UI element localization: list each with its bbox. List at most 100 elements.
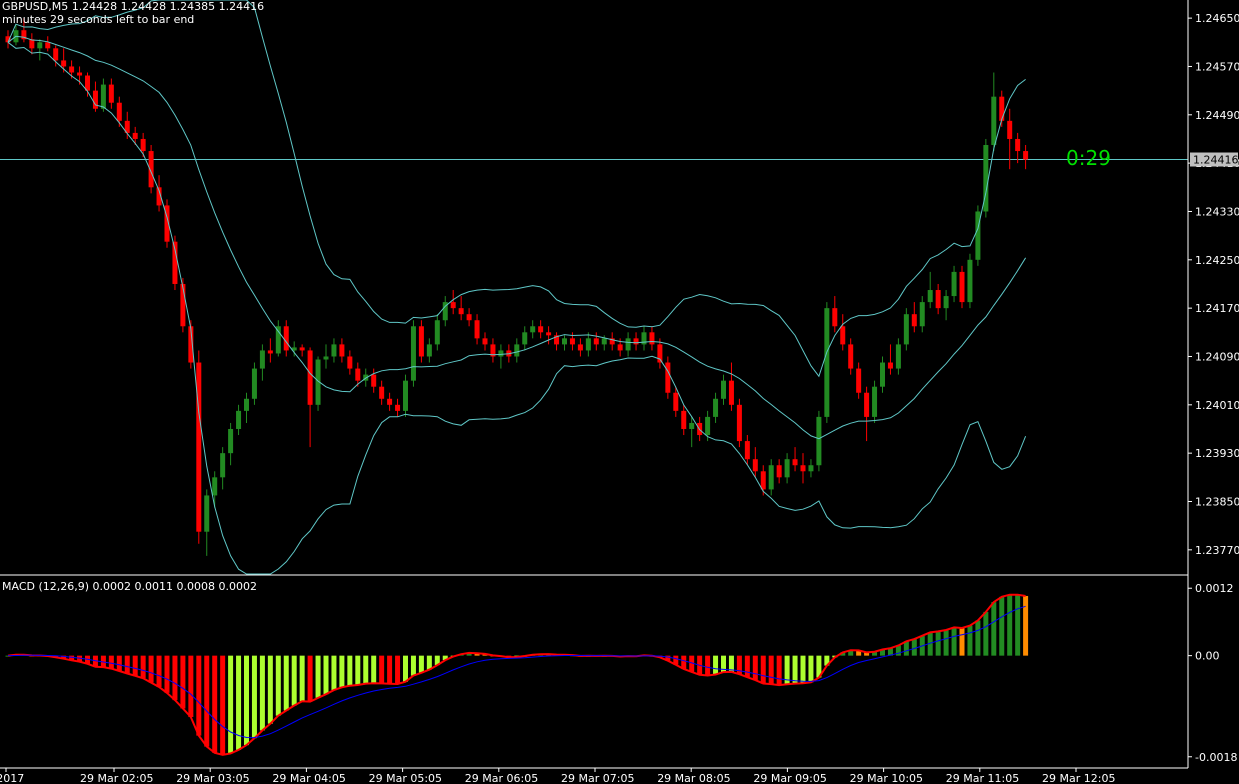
candle-body [736, 404, 742, 442]
candle-body [744, 441, 750, 460]
macd-histogram-bar [744, 655, 750, 678]
macd-histogram-bar [267, 655, 273, 724]
price-label: 1.24250 [1195, 254, 1239, 267]
price-label: 1.24330 [1195, 205, 1239, 218]
macd-histogram-bar [943, 630, 949, 656]
candle-body [887, 362, 893, 369]
time-label: Mar 2017 [0, 772, 24, 784]
macd-histogram-bar [951, 627, 957, 656]
time-label: 29 Mar 06:05 [465, 772, 538, 784]
candle-body [339, 344, 345, 357]
price-label: 1.24170 [1195, 302, 1239, 315]
candle-body [792, 459, 798, 466]
macd-histogram-bar [228, 655, 234, 754]
macd-histogram-bar [903, 641, 909, 656]
time-label: 29 Mar 11:05 [946, 772, 1019, 784]
macd-histogram-bar [259, 655, 265, 731]
time-label: 29 Mar 09:05 [753, 772, 826, 784]
candle-body [577, 344, 583, 351]
candle-body [474, 320, 480, 339]
candle-body [100, 84, 106, 109]
macd-histogram-bar [935, 631, 941, 656]
macd-histogram-bar [164, 655, 170, 693]
macd-histogram-bar [132, 655, 138, 676]
current-price-label: 1.24416 [1193, 154, 1239, 167]
candle-body [69, 66, 75, 73]
candle-body [816, 416, 822, 466]
price-chart[interactable]: 1.246501.245701.244901.244101.243301.242… [0, 0, 1239, 784]
macd-histogram-bar [116, 655, 122, 671]
macd-histogram-bar [1023, 595, 1029, 656]
macd-histogram-bar [315, 655, 321, 698]
macd-histogram-bar [220, 655, 226, 755]
candle-body [895, 344, 901, 369]
candle-body [132, 132, 138, 139]
candle-body [848, 344, 854, 369]
candle-body [649, 332, 655, 345]
macd-histogram-bar [967, 625, 973, 656]
candle-body [45, 42, 51, 49]
candle-body [418, 326, 424, 357]
candle-body [514, 344, 520, 357]
macd-histogram-bar [991, 602, 997, 656]
time-label: 29 Mar 04:05 [272, 772, 345, 784]
candle-body [999, 96, 1005, 121]
macd-label: 0.00 [1195, 650, 1220, 663]
price-panel [0, 0, 1188, 575]
candle-body [196, 362, 202, 532]
price-label: 1.24090 [1195, 350, 1239, 363]
macd-histogram-bar [363, 655, 369, 684]
candle-body [569, 338, 575, 345]
candle-body [387, 398, 393, 405]
macd-histogram-bar [410, 655, 416, 676]
time-label: 29 Mar 03:05 [176, 772, 249, 784]
candle-body [585, 338, 591, 351]
bollinger-middle [7, 35, 1027, 440]
candle-body [299, 347, 305, 351]
candle-body [379, 386, 385, 399]
symbol-header: GBPUSD,M5 1.24428 1.24428 1.24385 1.2441… [2, 0, 265, 13]
macd-histogram-bar [752, 655, 758, 681]
candle-body [236, 410, 242, 429]
macd-histogram-bar [371, 655, 377, 684]
candle-body [768, 465, 774, 490]
candle-body [546, 332, 552, 336]
candle-body [347, 356, 353, 369]
candle-body [323, 356, 329, 360]
macd-histogram-bar [156, 655, 162, 688]
macd-histogram-bar [426, 655, 432, 670]
candle-body [927, 290, 933, 303]
macd-histogram-bar [291, 655, 297, 706]
macd-histogram-bar [275, 655, 281, 716]
macd-histogram-bar [418, 655, 424, 673]
candle-body [116, 102, 122, 121]
macd-histogram-bar [339, 655, 345, 688]
time-label: 29 Mar 12:05 [1042, 772, 1115, 784]
candle-body [450, 302, 456, 309]
macd-histogram-bar [776, 655, 782, 686]
time-label: 29 Mar 02:05 [80, 772, 153, 784]
candle-body [617, 344, 623, 351]
macd-histogram-bar [355, 655, 361, 685]
macd-histogram-bar [148, 655, 154, 683]
candle-body [593, 338, 599, 345]
bollinger-lower [7, 41, 1027, 575]
candle-body [530, 326, 536, 333]
candle-body [840, 326, 846, 345]
candle-body [482, 338, 488, 345]
candle-body [228, 428, 234, 454]
candle-body [410, 326, 416, 381]
candle-body [307, 350, 313, 405]
candle-body [37, 42, 43, 49]
time-label: 29 Mar 08:05 [657, 772, 730, 784]
candle-body [77, 72, 83, 76]
macd-histogram-bar [768, 655, 774, 685]
candle-body [466, 314, 472, 321]
macd-histogram-bar [395, 655, 401, 685]
macd-histogram-bar [975, 620, 981, 656]
axes: 1.246501.245701.244901.244101.243301.242… [0, 0, 1239, 784]
candle-body [562, 338, 567, 345]
candle-body [824, 308, 830, 417]
candle-body [943, 296, 949, 309]
macd-histogram-bar [283, 655, 289, 711]
